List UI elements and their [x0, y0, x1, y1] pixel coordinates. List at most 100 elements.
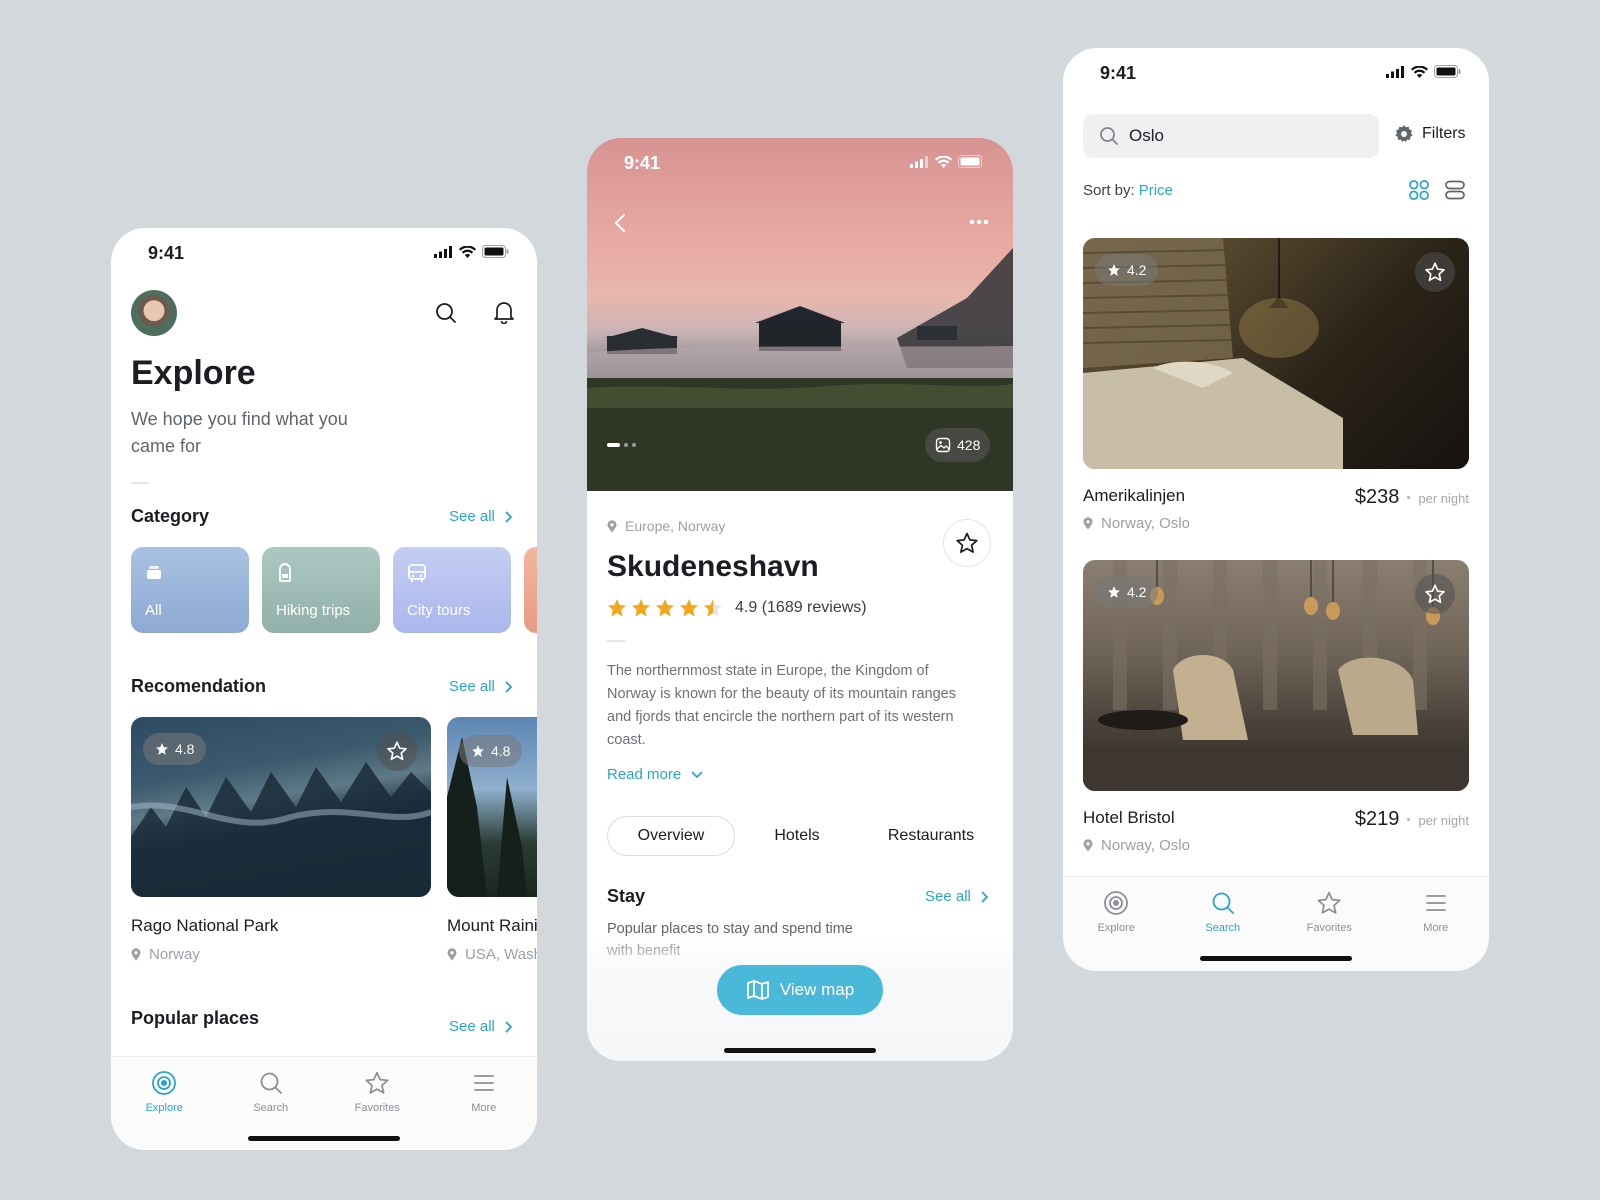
hotel-price-row: $238 per night — [1355, 486, 1469, 509]
detail-location: Europe, Norway — [607, 518, 725, 534]
battery-icon — [1434, 65, 1461, 78]
photo-count-badge[interactable]: 428 — [925, 428, 991, 462]
favorite-button[interactable] — [1415, 574, 1455, 614]
tab-search[interactable]: Search — [231, 1070, 311, 1114]
mount-rainier-image[interactable]: 4.8 — [447, 717, 537, 897]
tab-explore[interactable]: Explore — [124, 1070, 204, 1114]
pin-icon — [607, 519, 617, 532]
signal-icon — [434, 245, 452, 258]
search-screen: 9:41 Oslo Filters Sort by: Price 4.2 Ame… — [1063, 48, 1489, 971]
pin-icon — [1083, 517, 1093, 530]
popular-see-all[interactable]: See all — [449, 1018, 513, 1035]
signal-icon — [910, 155, 928, 168]
segment-overview[interactable]: Overview — [607, 816, 735, 856]
sort-row[interactable]: Sort by: Price — [1083, 182, 1173, 199]
hotel-name[interactable]: Amerikalinjen — [1083, 486, 1185, 506]
star-outline-icon — [1425, 584, 1445, 604]
view-map-button[interactable]: View map — [717, 965, 883, 1015]
location-label: Norway, Oslo — [1101, 837, 1190, 854]
search-icon[interactable] — [435, 302, 457, 324]
wifi-icon — [459, 245, 476, 258]
place-title: Skudeneshavn — [607, 550, 819, 583]
hotel-price: $219 — [1354, 808, 1400, 830]
favorite-button[interactable] — [943, 519, 991, 567]
status-bar: 9:41 — [1063, 48, 1489, 98]
tab-label: More — [471, 1102, 497, 1114]
star-icon — [1108, 586, 1120, 598]
tab-more[interactable]: More — [1396, 890, 1476, 934]
category-all[interactable]: All — [131, 547, 249, 633]
tab-bar: Explore Search Favorites More — [1063, 890, 1489, 934]
location-label: Norway — [149, 946, 200, 963]
rating-badge: 4.2 — [1095, 576, 1159, 608]
price-dot — [1407, 496, 1411, 499]
gear-icon — [1395, 125, 1413, 142]
avatar[interactable] — [131, 290, 177, 336]
tab-search[interactable]: Search — [1183, 890, 1263, 934]
dot — [632, 443, 636, 447]
search-input[interactable]: Oslo — [1129, 126, 1164, 146]
category-partial[interactable] — [524, 547, 537, 633]
tab-label: Explore — [1097, 922, 1135, 934]
layers-icon — [147, 566, 161, 579]
star-icon — [1317, 891, 1341, 914]
category-label: All — [145, 602, 162, 619]
hotel-image[interactable]: 4.2 — [1083, 238, 1469, 469]
recommendation-see-all[interactable]: See all — [449, 678, 513, 695]
pin-icon — [447, 948, 457, 961]
read-more-button[interactable]: Read more — [607, 766, 703, 783]
category-city-tours[interactable]: City tours — [393, 547, 511, 633]
status-bar: 9:41 — [587, 138, 1013, 188]
tab-more[interactable]: More — [444, 1070, 524, 1114]
segment-hotels[interactable]: Hotels — [747, 816, 847, 856]
search-icon — [260, 1072, 282, 1094]
category-hiking[interactable]: Hiking trips — [262, 547, 380, 633]
category-title: Category — [131, 506, 210, 526]
list-view-icon[interactable] — [1444, 179, 1466, 201]
location-label: Norway, Oslo — [1101, 515, 1190, 532]
segment-restaurants[interactable]: Restaurants — [869, 816, 993, 856]
filters-button[interactable]: Filters — [1394, 124, 1466, 144]
hotel-image[interactable]: 4.2 — [1083, 560, 1469, 791]
star-icon — [1108, 264, 1120, 276]
tab-label: Favorites — [1306, 922, 1352, 934]
see-all-label: See all — [449, 678, 495, 695]
favorite-button[interactable] — [1415, 252, 1455, 292]
divider — [607, 640, 625, 642]
tab-favorites[interactable]: Favorites — [337, 1070, 417, 1114]
home-indicator — [248, 1136, 400, 1141]
popular-title: Popular places — [131, 1008, 260, 1028]
rating-badge: 4.8 — [459, 735, 523, 767]
tab-favorites[interactable]: Favorites — [1289, 890, 1369, 934]
star-icon — [680, 599, 698, 617]
detail-screen: 9:41 428 Europe, Norway Skudeneshavn 4.9… — [587, 138, 1013, 1061]
status-time: 9:41 — [1100, 63, 1137, 83]
place-location: Norway — [131, 946, 200, 963]
place-name[interactable]: Mount Raini — [447, 916, 537, 936]
hotel-name[interactable]: Hotel Bristol — [1083, 808, 1175, 828]
favorite-button[interactable] — [377, 731, 417, 771]
tab-label: Search — [1205, 922, 1241, 934]
wifi-icon — [935, 155, 952, 168]
tab-label: Search — [253, 1102, 289, 1114]
star-half-icon — [704, 599, 722, 617]
grid-view-icon[interactable] — [1408, 179, 1430, 201]
image-icon — [935, 437, 951, 453]
search-field[interactable]: Oslo — [1083, 114, 1379, 158]
rago-park-image[interactable]: 4.8 — [131, 717, 431, 897]
explore-icon — [152, 1071, 177, 1095]
tab-label: Favorites — [354, 1102, 400, 1114]
carousel-dots[interactable] — [607, 443, 636, 447]
place-name[interactable]: Rago National Park — [131, 916, 278, 936]
more-icon[interactable] — [968, 218, 990, 226]
bell-icon[interactable] — [493, 300, 515, 324]
hotel-price: $238 — [1354, 486, 1400, 508]
category-see-all[interactable]: See all — [449, 508, 513, 525]
tab-explore[interactable]: Explore — [1076, 890, 1156, 934]
stay-see-all[interactable]: See all — [925, 888, 989, 905]
sort-label: Sort by: — [1083, 182, 1135, 199]
location-label: Europe, Norway — [625, 518, 726, 534]
sort-value: Price — [1138, 182, 1173, 199]
back-icon[interactable] — [613, 212, 627, 234]
recommendation-title: Recomendation — [131, 676, 267, 696]
